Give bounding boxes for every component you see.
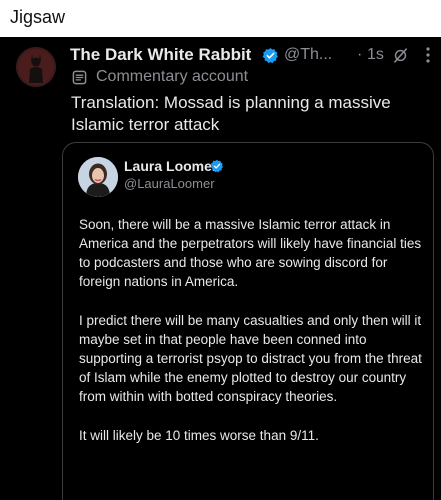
caption-text: Jigsaw [10, 7, 66, 27]
post-text: Translation: Mossad is planning a massiv… [71, 93, 391, 134]
separator-dot: · [357, 46, 363, 63]
quoted-post-card[interactable]: Laura Loomer @LauraLoomer Soon, there wi… [62, 142, 434, 500]
person-photo-icon [78, 157, 118, 197]
commentary-account-icon [72, 70, 87, 85]
author-handle[interactable]: @Th... [284, 46, 332, 64]
quoted-paragraph: I predict there will be many casualties … [79, 313, 422, 404]
quoted-paragraph: Soon, there will be a massive Islamic te… [79, 217, 422, 289]
more-icon[interactable] [422, 46, 434, 64]
grok-icon[interactable] [392, 47, 409, 64]
commentary-account-label: Commentary account [72, 68, 372, 90]
commentary-label-text: Commentary account [96, 68, 249, 85]
post-timestamp[interactable]: 1s [367, 46, 384, 64]
quoted-author-display-name[interactable]: Laura Loomer [124, 158, 217, 174]
author-avatar[interactable] [16, 47, 56, 87]
author-display-name[interactable]: The Dark White Rabbit [70, 45, 251, 65]
top-caption-bar: Jigsaw [0, 0, 441, 37]
quoted-author-handle[interactable]: @LauraLoomer [124, 176, 215, 191]
author-row: The Dark White Rabbit @Th... · 1s [70, 45, 430, 69]
quoted-post-body: Soon, there will be a massive Islamic te… [79, 215, 424, 465]
tweet-screen: The Dark White Rabbit @Th... · 1s Commen… [0, 37, 441, 500]
verified-badge-icon [210, 159, 224, 173]
quoted-author-avatar[interactable] [78, 157, 118, 197]
rabbit-figure-icon [16, 47, 56, 87]
verified-badge-icon [262, 48, 278, 64]
quoted-paragraph: It will likely be 10 times worse than 9/… [79, 428, 319, 443]
